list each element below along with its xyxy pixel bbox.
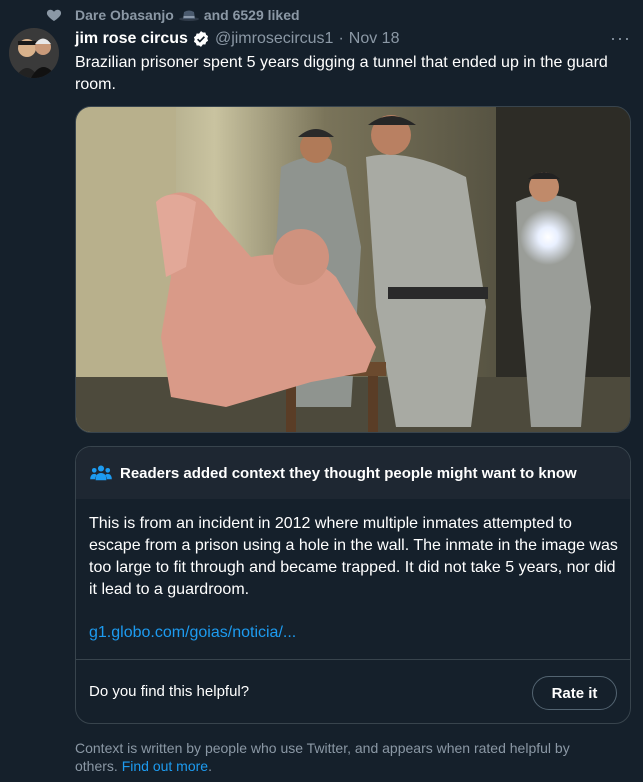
more-options-icon[interactable]: ···: [610, 29, 631, 47]
community-note: Readers added context they thought peopl…: [75, 446, 631, 724]
hat-emoji-icon: [178, 10, 199, 21]
tweet-header: jim rose circus @jimrosecircus1 · Nov 18: [75, 29, 399, 49]
note-divider: [76, 659, 630, 660]
note-header: Readers added context they thought peopl…: [76, 447, 630, 499]
heart-icon: [46, 9, 62, 21]
verified-badge-icon: [193, 31, 209, 47]
people-icon: [90, 465, 112, 481]
user-handle[interactable]: @jimrosecircus1: [215, 30, 333, 48]
note-source-link[interactable]: g1.globo.com/goias/noticia/...: [89, 624, 296, 642]
avatar-image: [9, 28, 59, 78]
tweet-text: Brazilian prisoner spent 5 years digging…: [75, 54, 608, 93]
display-name[interactable]: jim rose circus: [75, 30, 188, 48]
liked-count-text: and 6529 liked: [203, 7, 300, 23]
avatar[interactable]: [9, 28, 59, 78]
liker-name[interactable]: Dare Obasanjo: [75, 7, 174, 23]
find-out-more-link[interactable]: Find out more: [122, 758, 208, 774]
note-header-text: Readers added context they thought peopl…: [120, 464, 577, 482]
note-body-text: This is from an incident in 2012 where m…: [89, 515, 618, 598]
rate-it-button[interactable]: Rate it: [532, 676, 617, 710]
separator-dot: ·: [338, 30, 344, 47]
footer-period: .: [208, 758, 212, 774]
photo-image: [76, 107, 630, 432]
helpful-question: Do you find this helpful?: [89, 683, 250, 700]
note-footer: Context is written by people who use Twi…: [75, 739, 615, 775]
tweet-date[interactable]: Nov 18: [349, 30, 400, 48]
tweet-photo[interactable]: [75, 106, 631, 433]
social-context: Dare Obasanjo and 6529 liked: [46, 6, 300, 24]
